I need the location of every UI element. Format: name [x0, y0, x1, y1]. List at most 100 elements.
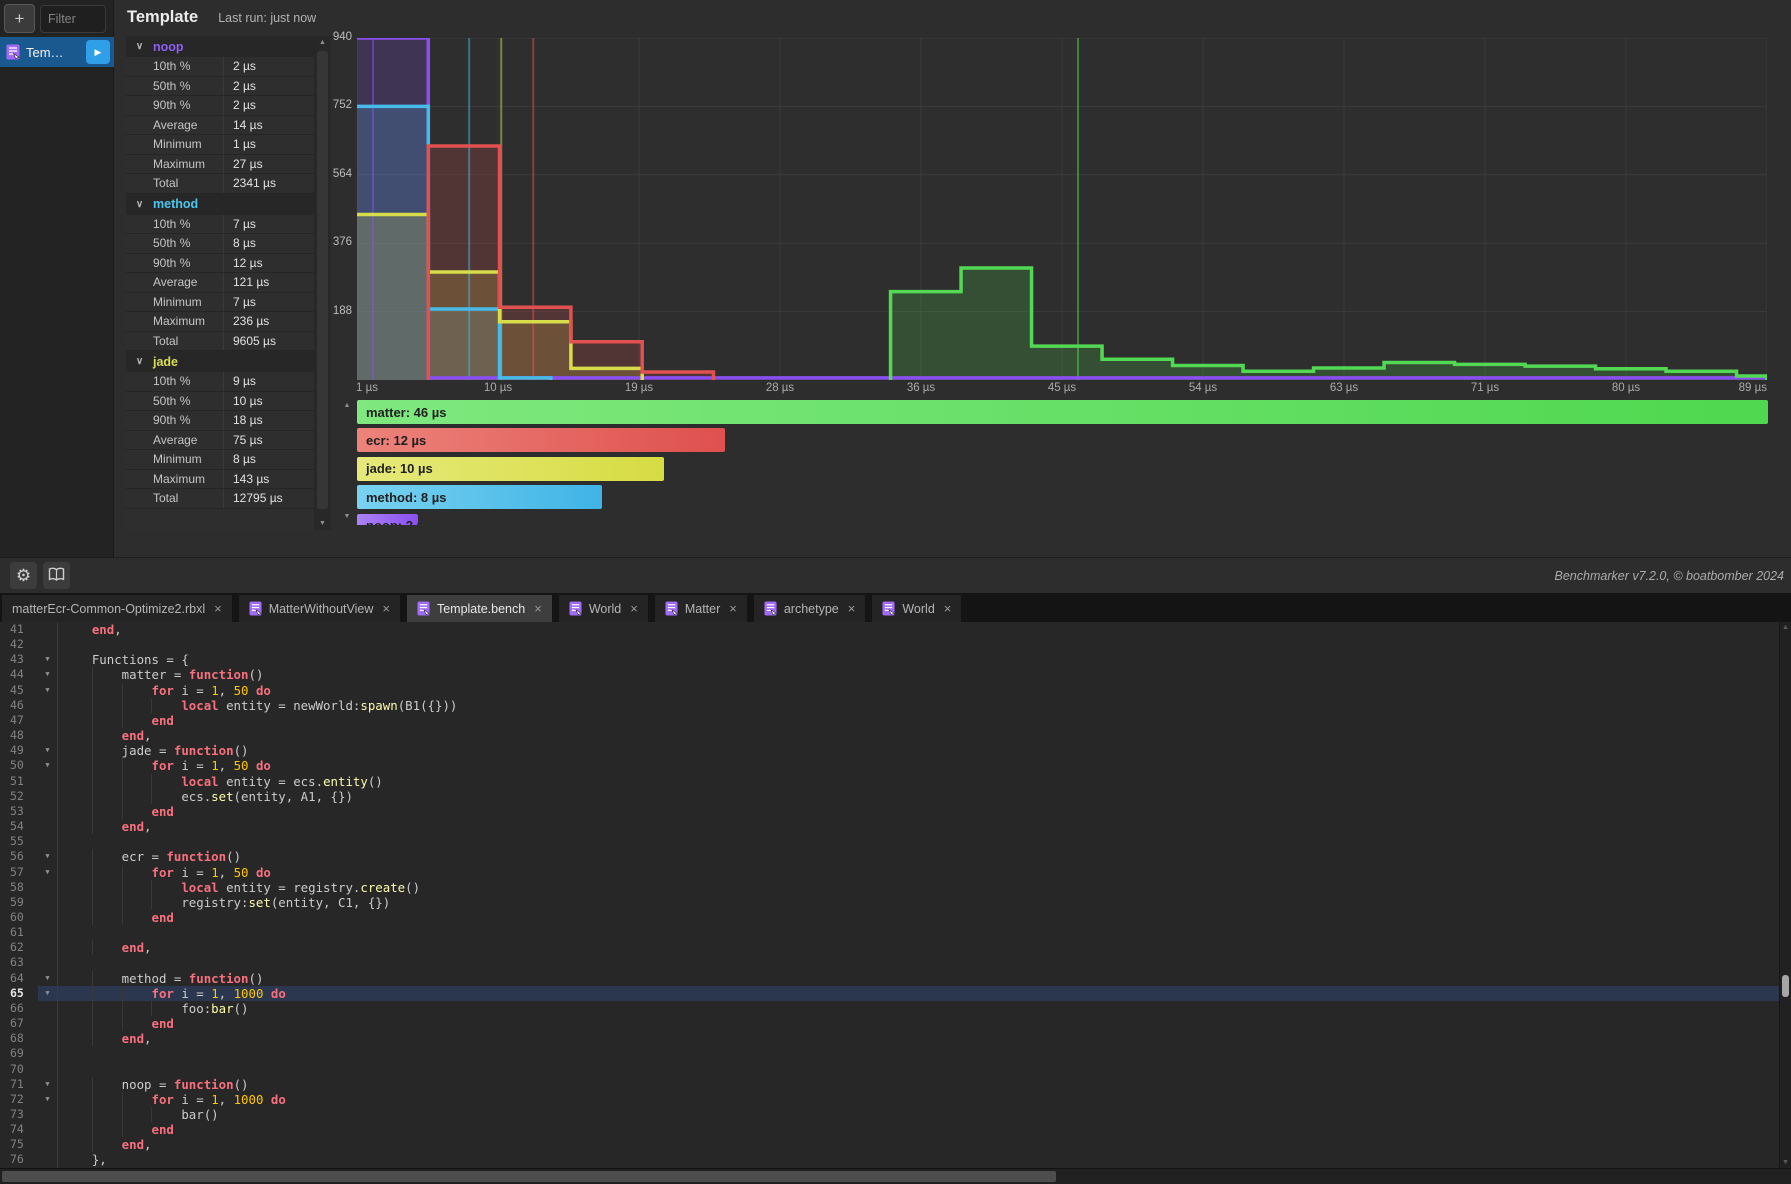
fold-spacer [38, 1062, 57, 1077]
code-token: do [256, 865, 271, 880]
code-line[interactable]: 66foo:bar() [0, 1001, 1779, 1016]
horizontal-scrollbar-thumb[interactable] [2, 1171, 1056, 1182]
code-line[interactable]: 52ecs.set(entity, A1, {}) [0, 789, 1779, 804]
legend-item-method[interactable]: method: 8 µs [357, 485, 602, 509]
tab-archetype[interactable]: archetype× [754, 595, 866, 622]
close-icon[interactable]: × [382, 601, 390, 616]
code-token: end [151, 713, 173, 728]
scroll-up-icon[interactable]: ▲ [1780, 624, 1791, 631]
close-icon[interactable]: × [214, 601, 222, 616]
code-line[interactable]: 71▼noop = function() [0, 1077, 1779, 1092]
fold-icon[interactable]: ▼ [38, 652, 57, 667]
code-line[interactable]: 43▼Functions = { [0, 652, 1779, 667]
indent-guide [122, 1016, 152, 1031]
fold-icon[interactable]: ▼ [38, 758, 57, 773]
section-header-method[interactable]: ∨method [126, 194, 314, 215]
tab-matterwithoutview[interactable]: MatterWithoutView× [239, 595, 400, 622]
code-line[interactable]: 49▼jade = function() [0, 743, 1779, 758]
code-line[interactable]: 68end, [0, 1031, 1779, 1046]
tab-matter[interactable]: Matter× [655, 595, 747, 622]
code-line[interactable]: 70 [0, 1062, 1779, 1077]
fold-icon[interactable]: ▼ [38, 743, 57, 758]
editor-vertical-scrollbar[interactable]: ▲ ▼ [1779, 622, 1791, 1168]
benchmark-list-item-template[interactable]: Tem… ▶ [0, 37, 114, 67]
legend-label: method: 8 µs [366, 490, 446, 505]
filter-input[interactable] [40, 5, 106, 33]
indent-guide [62, 971, 92, 986]
code-line[interactable]: 41end, [0, 622, 1779, 637]
scroll-down-icon[interactable]: ▼ [340, 513, 354, 520]
code-line[interactable]: 45▼for i = 1, 50 do [0, 683, 1779, 698]
fold-icon[interactable]: ▼ [38, 971, 57, 986]
add-benchmark-button[interactable]: + [4, 4, 35, 33]
fold-icon[interactable]: ▼ [38, 986, 57, 1001]
code-token [263, 1092, 270, 1107]
fold-icon[interactable]: ▼ [38, 865, 57, 880]
code-line[interactable]: 50▼for i = 1, 50 do [0, 758, 1779, 773]
code-line[interactable]: 60end [0, 910, 1779, 925]
scroll-down-icon[interactable]: ▼ [314, 520, 331, 527]
code-line[interactable]: 64▼method = function() [0, 971, 1779, 986]
stat-label: 90th % [126, 254, 223, 273]
code-line[interactable]: 62end, [0, 940, 1779, 955]
code-line[interactable]: 57▼for i = 1, 50 do [0, 865, 1779, 880]
code-line[interactable]: 69 [0, 1046, 1779, 1061]
fold-icon[interactable]: ▼ [38, 1092, 57, 1107]
code-line[interactable]: 67end [0, 1016, 1779, 1031]
code-token: do [271, 1092, 286, 1107]
legend-item-matter[interactable]: matter: 46 µs [357, 400, 1768, 424]
code-token: end [122, 728, 144, 743]
code-line[interactable]: 55 [0, 834, 1779, 849]
tab-world[interactable]: World× [872, 595, 961, 622]
section-header-noop[interactable]: ∨noop [126, 36, 314, 57]
fold-icon[interactable]: ▼ [38, 849, 57, 864]
code-line[interactable]: 65▼for i = 1, 1000 do [0, 986, 1779, 1001]
code-editor[interactable]: 41end,4243▼Functions = {44▼matter = func… [0, 622, 1779, 1168]
code-line[interactable]: 53end [0, 804, 1779, 819]
code-line[interactable]: 46local entity = newWorld:spawn(B1({})) [0, 698, 1779, 713]
y-tick-label: 564 [316, 168, 352, 180]
close-icon[interactable]: × [630, 601, 638, 616]
code-line[interactable]: 75end, [0, 1137, 1779, 1152]
code-line[interactable]: 61 [0, 925, 1779, 940]
code-line[interactable]: 76}, [0, 1152, 1779, 1167]
settings-button[interactable]: ⚙ [10, 562, 37, 589]
code-line[interactable]: 72▼for i = 1, 1000 do [0, 1092, 1779, 1107]
legend-item-noop[interactable]: noop: 2 µs [357, 514, 418, 525]
code-line[interactable]: 59registry:set(entity, C1, {}) [0, 895, 1779, 910]
editor-horizontal-scrollbar[interactable] [0, 1168, 1791, 1184]
close-icon[interactable]: × [729, 601, 737, 616]
fold-icon[interactable]: ▼ [38, 1077, 57, 1092]
fold-icon[interactable]: ▼ [38, 683, 57, 698]
close-icon[interactable]: × [944, 601, 952, 616]
tab-matterecr-common-optimize2-rbxl[interactable]: matterEcr-Common-Optimize2.rbxl× [2, 595, 232, 622]
code-line[interactable]: 74end [0, 1122, 1779, 1137]
code-line[interactable]: 54end, [0, 819, 1779, 834]
tab-world[interactable]: World× [559, 595, 648, 622]
docs-button[interactable] [43, 562, 70, 589]
code-line[interactable]: 42 [0, 637, 1779, 652]
code-line[interactable]: 44▼matter = function() [0, 667, 1779, 682]
code-line[interactable]: 56▼ecr = function() [0, 849, 1779, 864]
code-token: function [189, 971, 249, 986]
code-line[interactable]: 73bar() [0, 1107, 1779, 1122]
legend-scrollbar[interactable]: ▲ ▼ [340, 400, 354, 522]
scroll-down-icon[interactable]: ▼ [1780, 1159, 1791, 1166]
section-header-jade[interactable]: ∨jade [126, 351, 314, 372]
vertical-scrollbar-thumb[interactable] [1782, 975, 1789, 997]
code-line[interactable]: 48end, [0, 728, 1779, 743]
close-icon[interactable]: × [848, 601, 856, 616]
scroll-up-icon[interactable]: ▲ [340, 402, 354, 409]
stats-scrollbar-thumb[interactable] [317, 51, 328, 509]
run-benchmark-button[interactable]: ▶ [86, 40, 110, 64]
tab-template-bench[interactable]: Template.bench× [407, 595, 552, 622]
legend-item-ecr[interactable]: ecr: 12 µs [357, 428, 725, 452]
close-icon[interactable]: × [534, 601, 542, 616]
code-line[interactable]: 63 [0, 955, 1779, 970]
fold-icon[interactable]: ▼ [38, 667, 57, 682]
code-line[interactable]: 51local entity = ecs.entity() [0, 774, 1779, 789]
code-line[interactable]: 47end [0, 713, 1779, 728]
play-icon: ▶ [95, 47, 102, 57]
code-line[interactable]: 58local entity = registry.create() [0, 880, 1779, 895]
legend-item-jade[interactable]: jade: 10 µs [357, 457, 664, 481]
